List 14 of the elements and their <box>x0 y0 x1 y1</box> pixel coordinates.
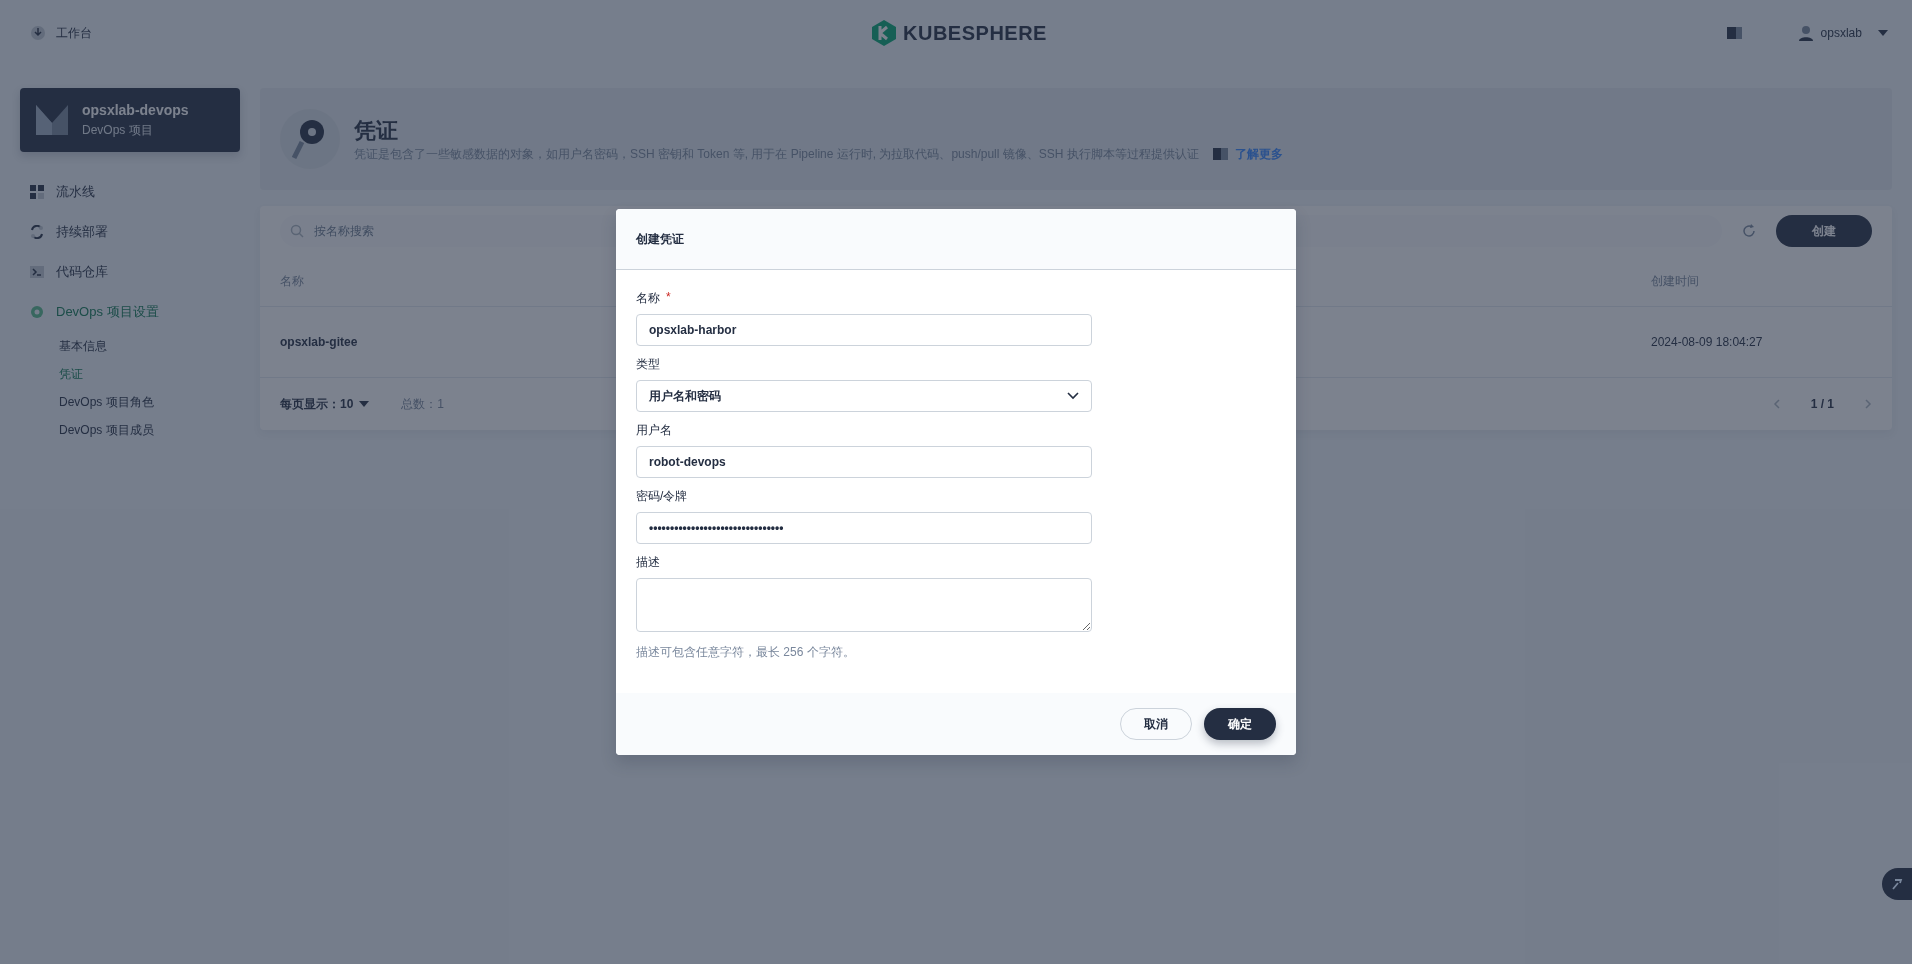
project-name: opsxlab-devops <box>82 101 189 118</box>
created-time: 2024-08-09 18:04:27 <box>1651 335 1764 349</box>
page-indicator: 1 / 1 <box>1810 397 1834 411</box>
field-hint: 描述可包含任意字符，最长 256 个字符。 <box>636 644 856 661</box>
required-mark: * <box>666 290 671 306</box>
dialog-title: 创建凭证 <box>616 209 1296 270</box>
field-label: 描述 <box>636 554 660 571</box>
field-label: 用户名 <box>636 422 672 439</box>
logo-text: KUBESPHERE <box>903 21 1047 45</box>
field-label: 类型 <box>636 356 660 373</box>
project-type: DevOps 项目 <box>82 121 154 139</box>
page-title: 凭证 <box>354 116 399 145</box>
field-label: 密码/令牌 <box>636 488 688 505</box>
field-label: 名称 <box>636 290 660 307</box>
